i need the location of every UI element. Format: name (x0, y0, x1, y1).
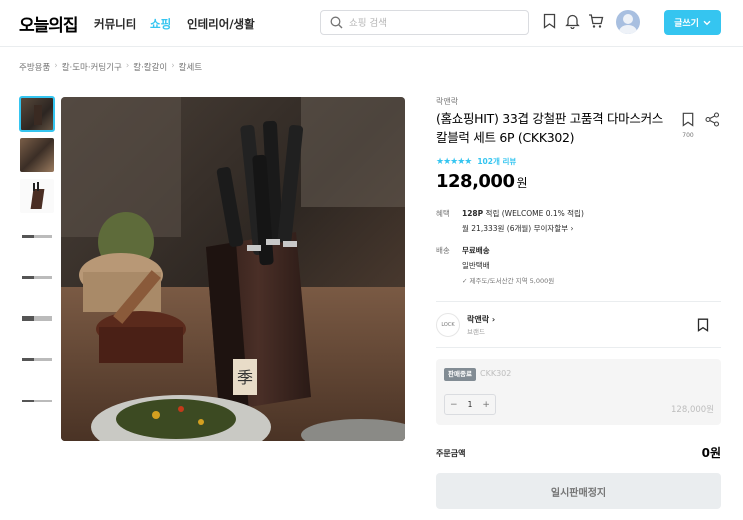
nav-shopping[interactable]: 쇼핑 (150, 16, 171, 32)
brand-home-link[interactable]: 락앤락 › (467, 314, 495, 325)
sales-suspended-label: 일시판매정지 (550, 487, 607, 499)
bookmark-icon[interactable] (697, 318, 709, 332)
nav-community[interactable]: 커뮤니티 (94, 16, 136, 32)
benefit-point: 128P 적립 (WELCOME 0.1% 적립) (462, 208, 584, 219)
product-brand[interactable]: 락앤락 (436, 96, 458, 107)
chevron-right-icon: › (54, 61, 58, 71)
chevron-right-icon: › (491, 315, 496, 324)
total-label: 주문금액 (436, 449, 466, 458)
benefit-point-value: 128P (462, 209, 484, 218)
write-button[interactable]: 글쓰기 (664, 10, 721, 35)
product-main-image[interactable]: 季 (61, 97, 405, 441)
option-name: CKK302 (480, 369, 512, 378)
chevron-down-icon (703, 20, 711, 25)
thumbnail-2[interactable] (20, 138, 54, 172)
divider (436, 347, 721, 348)
total-value: 0원 (701, 446, 721, 460)
price-value: 128,000 (436, 171, 515, 192)
chevron-right-icon: › (171, 61, 175, 71)
breadcrumb-item[interactable]: 칼·도마·커팅기구 (62, 61, 122, 73)
sales-suspended-button[interactable]: 일시판매정지 (436, 473, 721, 509)
product-price: 128,000 원 (436, 171, 528, 192)
quantity-value: 1 (467, 400, 473, 409)
check-icon: ✓ (462, 277, 468, 285)
review-count[interactable]: 102개 리뷰 (477, 156, 516, 167)
benefit-label: 혜택 (436, 209, 450, 218)
thumbnail-1[interactable] (19, 96, 55, 132)
shipping-note-text: 제주도/도서산간 지역 5,000원 (469, 277, 555, 285)
knife-block-photo: 季 (61, 97, 405, 441)
chevron-right-icon: › (570, 224, 574, 233)
selected-option: 판매종료 CKK302 − 1 + 128,000원 (436, 359, 721, 425)
thumbnail-5[interactable] (20, 261, 54, 295)
thumbnail-8[interactable] (20, 384, 54, 418)
breadcrumb-item[interactable]: 주방용품 (19, 61, 50, 73)
thumbnail-6[interactable] (20, 302, 54, 336)
option-price: 128,000원 (671, 405, 714, 415)
shipping-note: ✓ 제주도/도서산간 지역 5,000원 (462, 275, 554, 285)
thumbnail-7[interactable] (20, 343, 54, 377)
brand-logo-text: LOCK (441, 322, 455, 328)
benefit-point-text: 적립 (WELCOME 0.1% 적립) (485, 209, 584, 218)
quantity-stepper[interactable]: − 1 + (444, 394, 496, 415)
thumbnail-list (19, 96, 55, 425)
plus-icon[interactable]: + (482, 400, 490, 410)
scrap-count: 700 (682, 132, 694, 139)
nav-interior[interactable]: 인테리어/생활 (187, 16, 255, 32)
shipping-label: 배송 (436, 246, 450, 255)
installment-text: 월 21,333원 (6개월) 무이자할부 (462, 224, 569, 233)
shipping-fee-value: 무료배송 (462, 246, 490, 255)
write-button-label: 글쓰기 (674, 19, 699, 29)
breadcrumb: 주방용품 › 칼·도마·커팅기구 › 칼·칼갈이 › 칼세트 (19, 61, 202, 73)
bell-icon[interactable] (565, 13, 580, 29)
bookmark-icon[interactable] (543, 13, 556, 29)
thumbnail-3[interactable] (20, 179, 54, 213)
search-icon (330, 16, 343, 29)
rating-row[interactable]: ★★★★★ 102개 리뷰 (436, 156, 516, 167)
brand-logo[interactable]: LOCK (436, 313, 460, 337)
cart-icon[interactable] (588, 13, 604, 29)
shipping-type: 일반택배 (462, 261, 490, 270)
star-rating-icon: ★★★★★ (436, 156, 472, 167)
scrap-button[interactable]: 700 (682, 112, 694, 139)
soldout-badge: 판매종료 (444, 368, 476, 381)
top-header: 오늘의집 커뮤니티 쇼핑 인테리어/생활 글쓰기 (0, 0, 743, 47)
brand-name: 락앤락 (467, 315, 490, 324)
installment-link[interactable]: 월 21,333원 (6개월) 무이자할부 › (462, 223, 574, 234)
search-input[interactable] (349, 15, 519, 31)
thumbnail-4[interactable] (20, 220, 54, 254)
site-logo[interactable]: 오늘의집 (19, 11, 79, 36)
brand-sub: 브랜드 (467, 328, 485, 336)
user-avatar[interactable] (616, 10, 640, 34)
price-unit: 원 (516, 176, 528, 190)
search-box[interactable] (320, 10, 529, 35)
chevron-right-icon: › (125, 61, 130, 71)
breadcrumb-item[interactable]: 칼세트 (179, 61, 202, 73)
bookmark-icon (682, 112, 694, 127)
minus-icon[interactable]: − (450, 400, 458, 410)
shipping-fee: 무료배송 (462, 245, 490, 256)
breadcrumb-item[interactable]: 칼·칼갈이 (133, 61, 167, 73)
divider (436, 301, 721, 302)
share-icon[interactable] (705, 112, 720, 127)
product-title: (홈쇼핑HIT) 33겹 강철판 고품격 다마스커스 칼블럭 세트 6P (CK… (436, 111, 663, 145)
svg-text:季: 季 (237, 368, 253, 387)
